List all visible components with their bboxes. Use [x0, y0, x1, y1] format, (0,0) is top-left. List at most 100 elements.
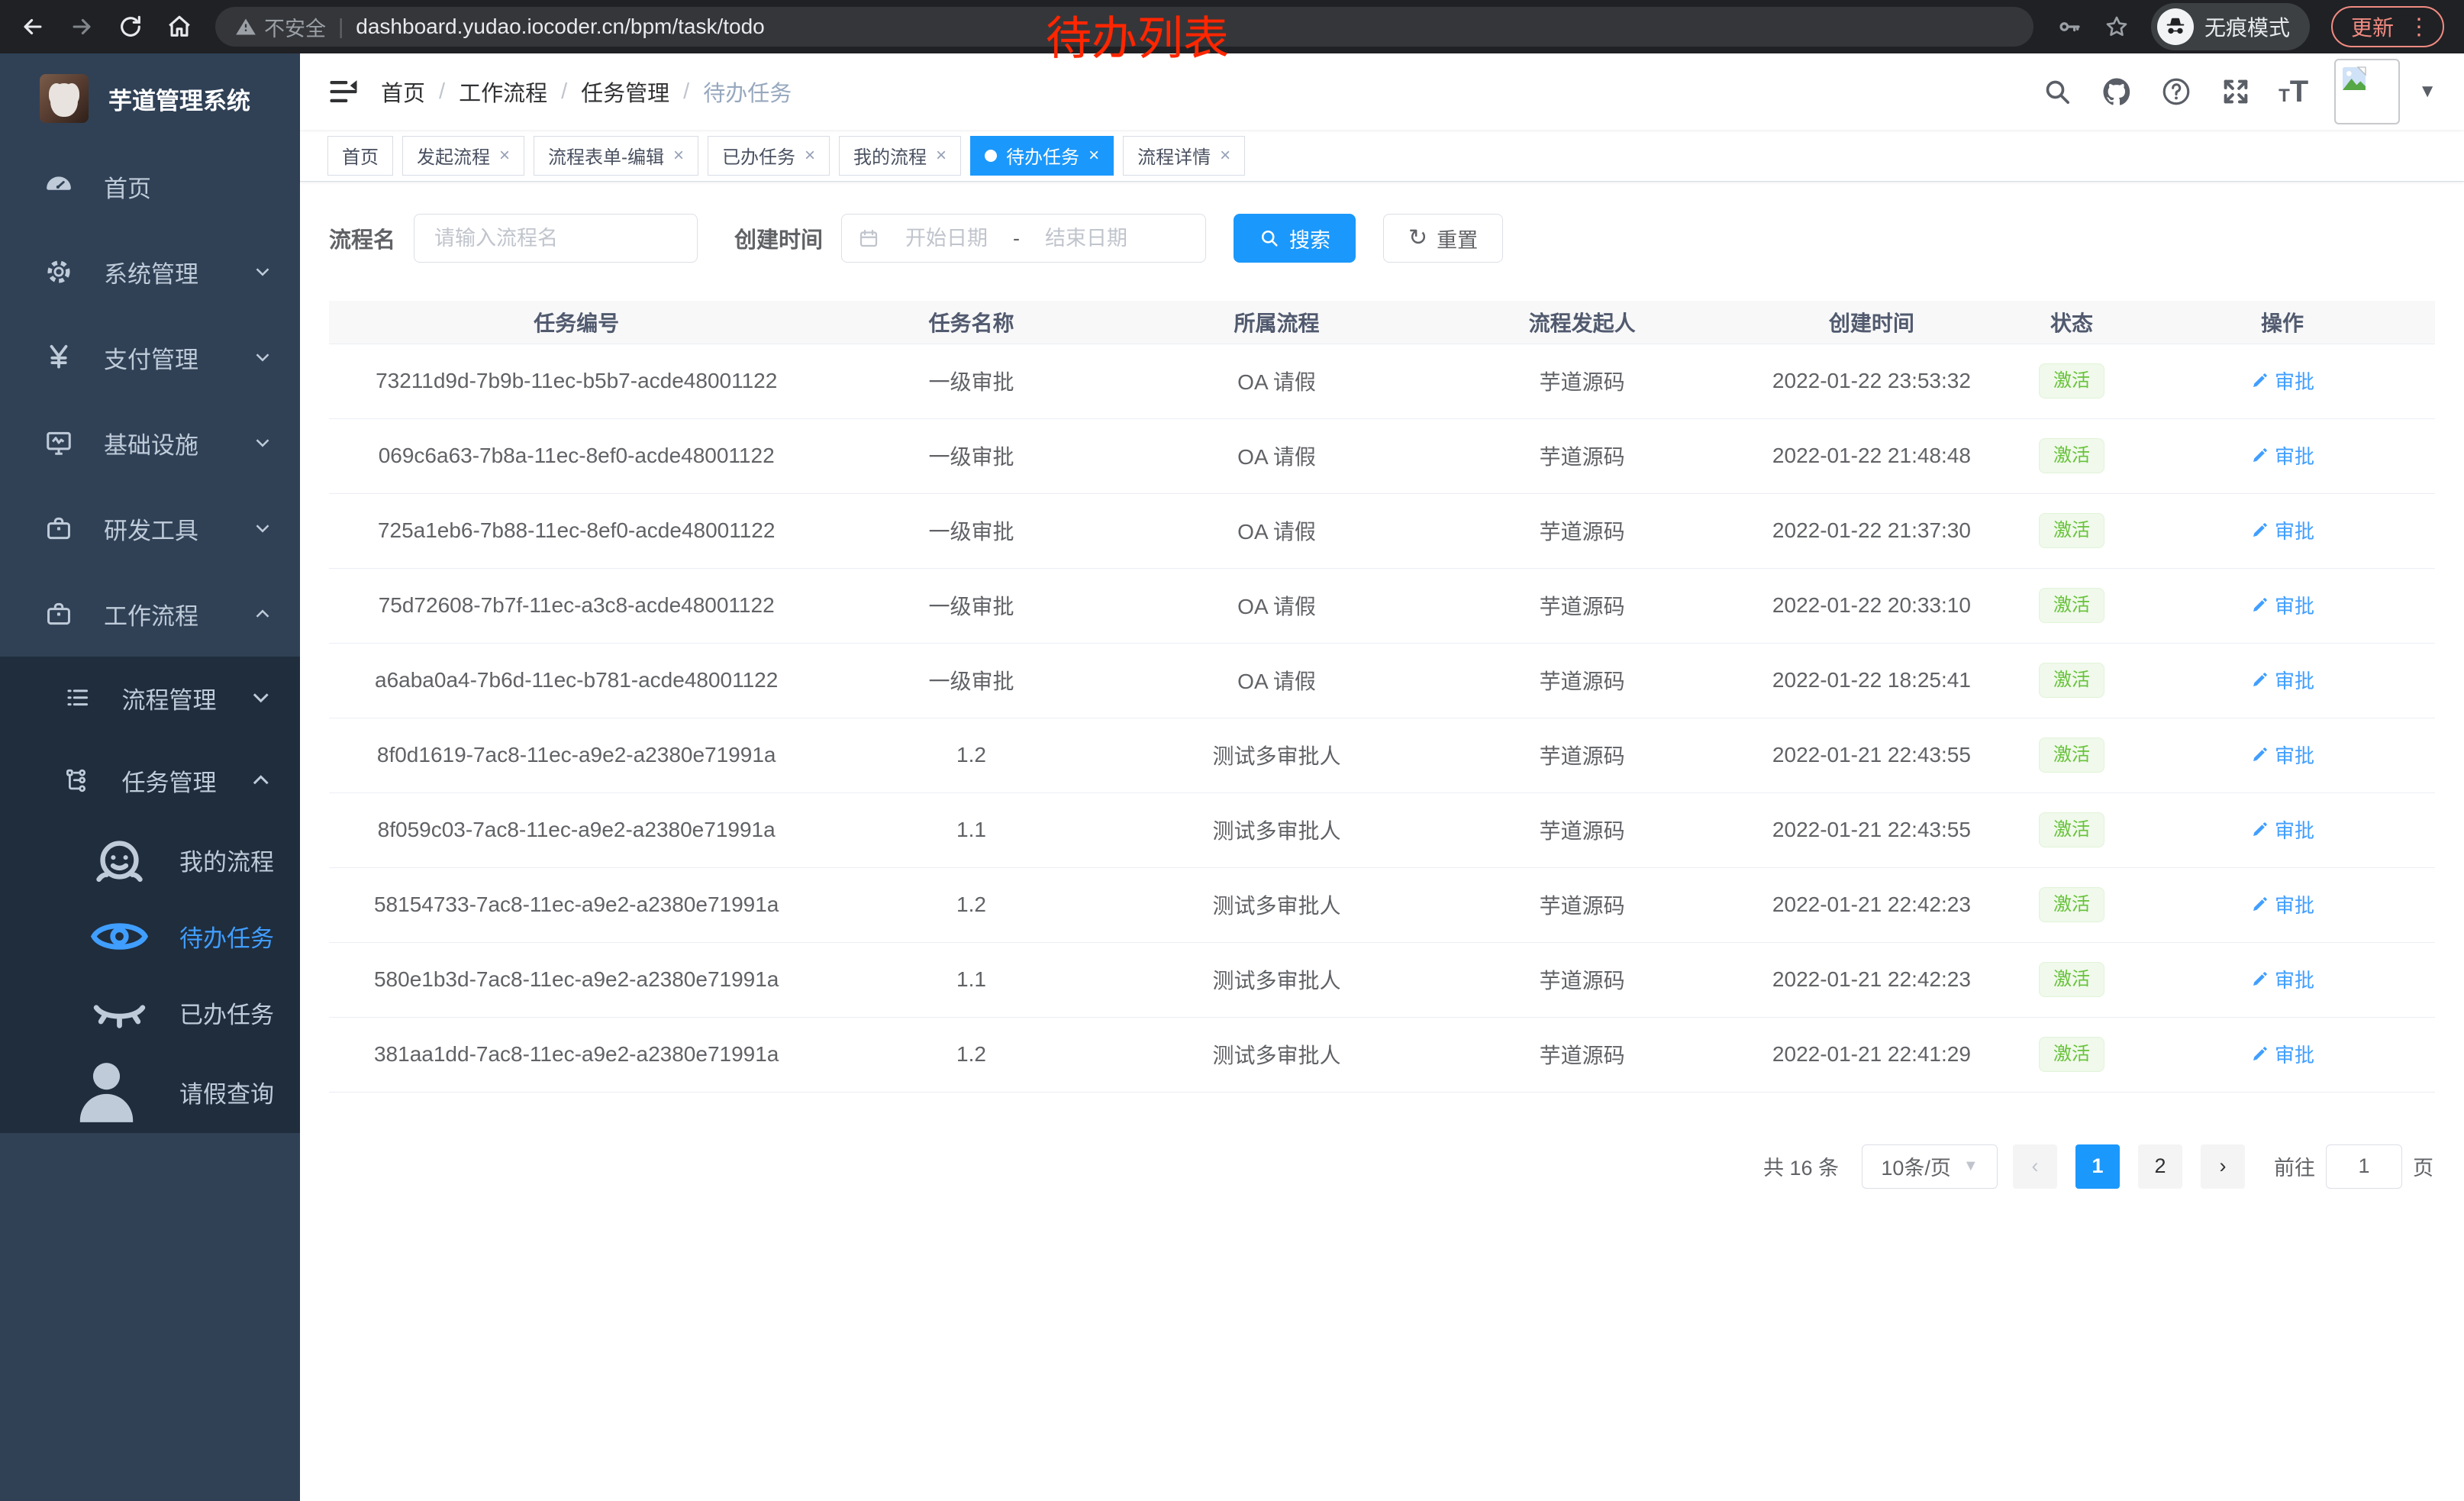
avatar-caret-icon[interactable]: ▼ [2418, 81, 2437, 102]
sidebar-item-home[interactable]: 首页 [0, 144, 300, 229]
chevron-down-icon [247, 684, 275, 712]
sidebar-item-infrastructure[interactable]: 基础设施 [0, 400, 300, 486]
browser-home-icon[interactable] [166, 14, 192, 40]
browser-menu-dots-icon[interactable]: ⋮ [2408, 14, 2430, 40]
tab-close-icon[interactable]: × [1088, 145, 1099, 166]
page-1-button[interactable]: 1 [2075, 1144, 2120, 1189]
avatar[interactable] [2334, 59, 2400, 124]
approve-link[interactable]: 审批 [2250, 1040, 2314, 1068]
tab-close-icon[interactable]: × [805, 145, 815, 166]
approve-link[interactable]: 审批 [2250, 366, 2314, 395]
tab-todo-tasks[interactable]: 待办任务× [970, 136, 1114, 176]
tab-done-tasks[interactable]: 已办任务× [708, 136, 830, 176]
date-range-picker[interactable]: - [841, 214, 1206, 263]
tab-close-icon[interactable]: × [936, 145, 947, 166]
sidebar-item-done-tasks[interactable]: 已办任务 [0, 974, 300, 1051]
approve-link[interactable]: 审批 [2250, 666, 2314, 694]
tab-process-detail[interactable]: 流程详情× [1123, 136, 1245, 176]
table-row: 58154733-7ac8-11ec-a9e2-a2380e71991a 1.2… [329, 867, 2435, 942]
next-page-button[interactable]: › [2201, 1144, 2245, 1189]
password-key-icon[interactable] [2056, 14, 2082, 40]
sidebar-item-task-management[interactable]: 任务管理 [0, 739, 300, 822]
approve-link[interactable]: 审批 [2250, 441, 2314, 470]
prev-page-button[interactable]: ‹ [2013, 1144, 2057, 1189]
header-search-icon[interactable] [2040, 75, 2074, 108]
sidebar-item-todo-tasks[interactable]: 待办任务 [0, 898, 300, 974]
process-name-input[interactable] [414, 214, 698, 263]
page-size-select[interactable]: 10条/页 ▼ [1862, 1144, 1998, 1189]
cell-task-id: 75d72608-7b7f-11ec-a3c8-acde48001122 [329, 568, 824, 643]
refresh-icon: ↻ [1408, 227, 1427, 250]
cell-starter: 芋道源码 [1434, 867, 1729, 942]
gear-icon [44, 257, 73, 286]
reset-button[interactable]: ↻ 重置 [1383, 214, 1503, 263]
cell-process: 测试多审批人 [1119, 942, 1435, 1017]
sidebar-collapse-icon[interactable] [327, 76, 360, 108]
tab-close-icon[interactable]: × [673, 145, 684, 166]
status-badge: 激活 [2039, 887, 2104, 922]
page-unit-label: 页 [2413, 1151, 2433, 1181]
cell-task-id: 8f059c03-7ac8-11ec-a9e2-a2380e71991a [329, 792, 824, 867]
sidebar-logo-row[interactable]: 芋道管理系统 [0, 53, 300, 144]
browser-forward-icon[interactable] [69, 14, 95, 40]
sidebar-item-process-management[interactable]: 流程管理 [0, 657, 300, 739]
tab-my-process[interactable]: 我的流程× [839, 136, 961, 176]
page-2-button[interactable]: 2 [2138, 1144, 2182, 1189]
approve-link[interactable]: 审批 [2250, 890, 2314, 918]
breadcrumb-workflow[interactable]: 工作流程 [459, 76, 547, 108]
fullscreen-icon[interactable] [2219, 75, 2253, 108]
approve-link[interactable]: 审批 [2250, 591, 2314, 619]
cell-task-name: 一级审批 [824, 344, 1118, 418]
approve-link[interactable]: 审批 [2250, 815, 2314, 844]
sidebar-item-system[interactable]: 系统管理 [0, 229, 300, 315]
font-size-icon[interactable]: TT [2279, 75, 2308, 109]
sidebar-item-leave-query[interactable]: 请假查询 [0, 1051, 300, 1133]
browser-update-button[interactable]: 更新 ⋮ [2331, 6, 2444, 47]
user-icon [64, 1050, 149, 1135]
url-text: dashboard.yudao.iocoder.cn/bpm/task/todo [356, 15, 764, 39]
search-button[interactable]: 搜索 [1234, 214, 1356, 263]
sidebar-item-workflow[interactable]: 工作流程 [0, 571, 300, 657]
breadcrumb-home[interactable]: 首页 [381, 76, 425, 108]
tab-close-icon[interactable]: × [499, 145, 510, 166]
sidebar-item-my-process[interactable]: 我的流程 [0, 822, 300, 898]
status-badge: 激活 [2039, 1037, 2104, 1072]
cell-create-time: 2022-01-21 22:42:23 [1730, 867, 2014, 942]
cell-starter: 芋道源码 [1434, 344, 1729, 418]
sidebar-item-payment[interactable]: 支付管理 [0, 315, 300, 400]
col-task-name: 任务名称 [824, 301, 1118, 344]
approve-link[interactable]: 审批 [2250, 965, 2314, 993]
sidebar-item-devtools[interactable]: 研发工具 [0, 486, 300, 571]
cell-starter: 芋道源码 [1434, 418, 1729, 493]
breadcrumb-task-management[interactable]: 任务管理 [581, 76, 669, 108]
bookmark-star-icon[interactable] [2104, 14, 2130, 40]
tab-start-process[interactable]: 发起流程× [402, 136, 524, 176]
browser-back-icon[interactable] [20, 14, 46, 40]
edit-pencil-icon [2250, 521, 2269, 540]
end-date-input[interactable] [1029, 227, 1143, 250]
cell-create-time: 2022-01-22 23:53:32 [1730, 344, 2014, 418]
cell-process: 测试多审批人 [1119, 792, 1435, 867]
browser-reload-icon[interactable] [118, 14, 144, 40]
start-date-input[interactable] [889, 227, 1004, 250]
approve-link[interactable]: 审批 [2250, 741, 2314, 769]
tab-form-edit[interactable]: 流程表单-编辑× [534, 136, 698, 176]
page-content: 流程名 创建时间 - 搜索 ↻ 重置 [300, 182, 2464, 1501]
cell-task-id: 725a1eb6-7b88-11ec-8ef0-acde48001122 [329, 493, 824, 568]
cell-task-name: 一级审批 [824, 568, 1118, 643]
cell-create-time: 2022-01-22 20:33:10 [1730, 568, 2014, 643]
cell-starter: 芋道源码 [1434, 718, 1729, 792]
cell-process: OA 请假 [1119, 493, 1435, 568]
table-row: 8f0d1619-7ac8-11ec-a9e2-a2380e71991a 1.2… [329, 718, 2435, 792]
goto-page-input[interactable] [2326, 1144, 2402, 1189]
incognito-badge: 无痕模式 [2151, 3, 2310, 50]
approve-link[interactable]: 审批 [2250, 516, 2314, 544]
pagination: 共 16 条 10条/页 ▼ ‹ 1 2 › 前往 页 [329, 1144, 2435, 1189]
github-icon[interactable] [2100, 75, 2133, 108]
cell-create-time: 2022-01-22 21:48:48 [1730, 418, 2014, 493]
help-icon[interactable] [2159, 75, 2193, 108]
eye-closed-icon [89, 982, 150, 1044]
cell-task-name: 1.1 [824, 942, 1118, 1017]
tab-home[interactable]: 首页 [327, 136, 393, 176]
tab-close-icon[interactable]: × [1220, 145, 1230, 166]
